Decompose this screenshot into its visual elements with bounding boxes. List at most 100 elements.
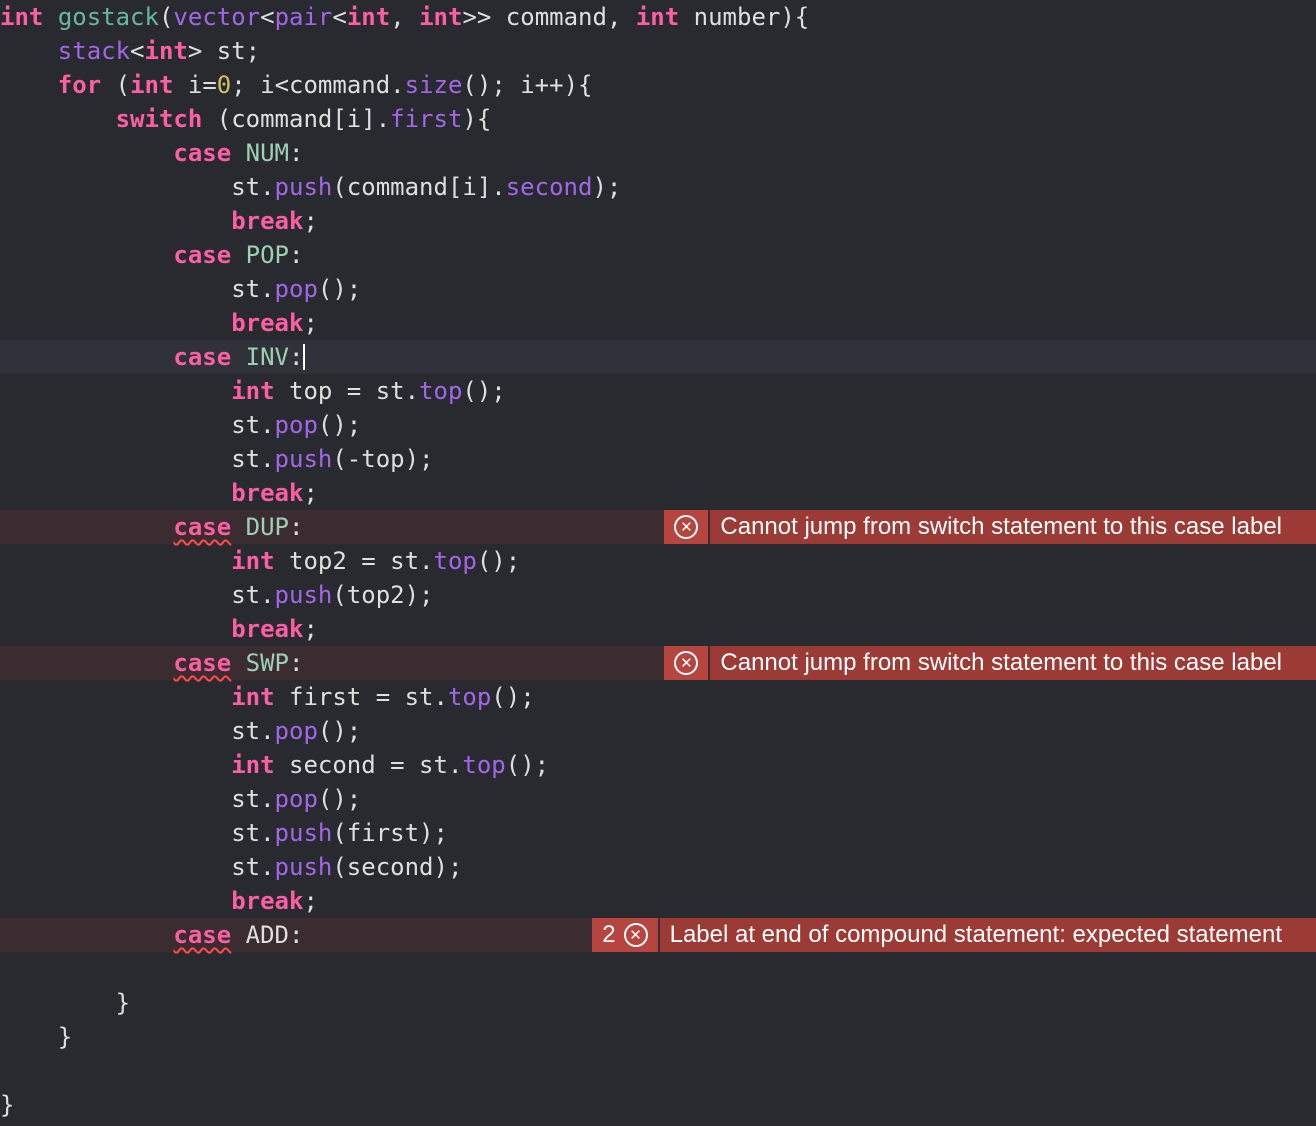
code-line[interactable]: break;	[0, 612, 1316, 646]
code-token: (command[i].	[332, 173, 506, 201]
code-token: <	[260, 3, 275, 31]
code-text: stack<int> st;	[0, 34, 260, 68]
code-line[interactable]: st.pop();	[0, 782, 1316, 816]
code-token: st.	[0, 717, 275, 745]
code-token: first	[390, 105, 463, 133]
code-line[interactable]: st.push(second);	[0, 850, 1316, 884]
code-token: break	[231, 309, 304, 337]
code-line[interactable]: break;	[0, 306, 1316, 340]
error-message: Cannot jump from switch statement to thi…	[710, 646, 1316, 680]
code-editor[interactable]: int gostack(vector<pair<int, int>> comma…	[0, 0, 1316, 1126]
code-line[interactable]: st.pop();	[0, 408, 1316, 442]
code-line[interactable]: st.push(first);	[0, 816, 1316, 850]
code-token: (top2);	[332, 581, 434, 609]
code-line[interactable]: int top = st.top();	[0, 374, 1316, 408]
code-text: }	[0, 1088, 14, 1122]
code-token: int	[231, 547, 275, 575]
code-token: ();	[317, 717, 362, 745]
code-line[interactable]: break;	[0, 476, 1316, 510]
code-token: push	[274, 853, 333, 881]
code-token: ();	[476, 547, 521, 575]
code-line[interactable]: case INV:	[0, 340, 1316, 374]
code-token: ();	[505, 751, 550, 779]
code-token: st.	[0, 853, 275, 881]
code-line[interactable]: stack<int> st;	[0, 34, 1316, 68]
code-text: st.push(top2);	[0, 578, 434, 612]
code-token: }	[0, 989, 131, 1017]
code-token: INV	[245, 343, 289, 371]
code-line[interactable]: }	[0, 1020, 1316, 1054]
code-line-with-error[interactable]: case SWP: ✕ Cannot jump from switch statem…	[0, 646, 1316, 680]
code-line-with-error[interactable]: case ADD: 2 ✕ Label at end of compound stat…	[0, 918, 1316, 952]
code-token: }	[0, 1091, 15, 1119]
code-text: break;	[0, 306, 318, 340]
code-token: DUP	[245, 513, 289, 541]
code-line[interactable]: int top2 = st.top();	[0, 544, 1316, 578]
code-line[interactable]: }	[0, 1088, 1316, 1122]
code-token: ();	[317, 411, 362, 439]
code-line[interactable]	[0, 952, 1316, 986]
error-icon-box[interactable]: 2 ✕	[592, 918, 658, 952]
code-token: break	[231, 207, 304, 235]
error-icon: ✕	[674, 651, 699, 675]
code-token: stack	[57, 37, 131, 65]
error-icon: ✕	[623, 923, 648, 947]
code-line[interactable]: break;	[0, 204, 1316, 238]
error-annotation[interactable]: ✕ Cannot jump from switch statement to th…	[664, 646, 1316, 680]
code-line[interactable]: }	[0, 986, 1316, 1020]
code-line[interactable]: case POP:	[0, 238, 1316, 272]
code-text: int second = st.top();	[0, 748, 549, 782]
code-line[interactable]: st.push(command[i].second);	[0, 170, 1316, 204]
code-line[interactable]: break;	[0, 884, 1316, 918]
error-icon-box[interactable]: ✕	[664, 510, 709, 544]
code-token: st.	[0, 411, 275, 439]
code-line[interactable]: for (int i=0; i<command.size(); i++){	[0, 68, 1316, 102]
code-line[interactable]: st.push(-top);	[0, 442, 1316, 476]
code-line-with-error[interactable]: case DUP: ✕ Cannot jump from switch statem…	[0, 510, 1316, 544]
code-token: int	[346, 3, 391, 31]
code-token: first = st.	[274, 683, 448, 711]
error-token: case	[173, 649, 232, 677]
error-icon-box[interactable]: ✕	[664, 646, 709, 680]
code-text: case NUM:	[0, 136, 303, 170]
code-token: size	[404, 71, 463, 99]
code-token: top	[462, 751, 506, 779]
error-annotation[interactable]: ✕ Cannot jump from switch statement to th…	[664, 510, 1316, 544]
code-line[interactable]: int second = st.top();	[0, 748, 1316, 782]
code-token: 0	[216, 71, 232, 99]
code-token: top	[419, 377, 463, 405]
code-token: (command[i].	[202, 105, 391, 133]
code-token: :	[289, 139, 304, 167]
code-text: st.pop();	[0, 272, 361, 306]
code-text: st.push(-top);	[0, 442, 433, 476]
code-line[interactable]: int first = st.top();	[0, 680, 1316, 714]
error-annotation[interactable]: 2 ✕ Label at end of compound statement: ex…	[592, 918, 1316, 952]
code-token: (); i++){	[462, 71, 593, 99]
code-text: break;	[0, 476, 318, 510]
code-token: ();	[462, 377, 506, 405]
code-line[interactable]: st.pop();	[0, 714, 1316, 748]
code-token: number){	[679, 3, 810, 31]
code-line[interactable]	[0, 1054, 1316, 1088]
code-line[interactable]: case NUM:	[0, 136, 1316, 170]
code-line[interactable]: st.pop();	[0, 272, 1316, 306]
code-token: ADD:	[231, 921, 304, 949]
code-token: push	[274, 173, 333, 201]
code-line[interactable]: int gostack(vector<pair<int, int>> comma…	[0, 0, 1316, 34]
code-line[interactable]: switch (command[i].first){	[0, 102, 1316, 136]
code-line[interactable]: st.push(top2);	[0, 578, 1316, 612]
code-token: top2 = st.	[274, 547, 434, 575]
code-text: case SWP:	[0, 646, 303, 680]
